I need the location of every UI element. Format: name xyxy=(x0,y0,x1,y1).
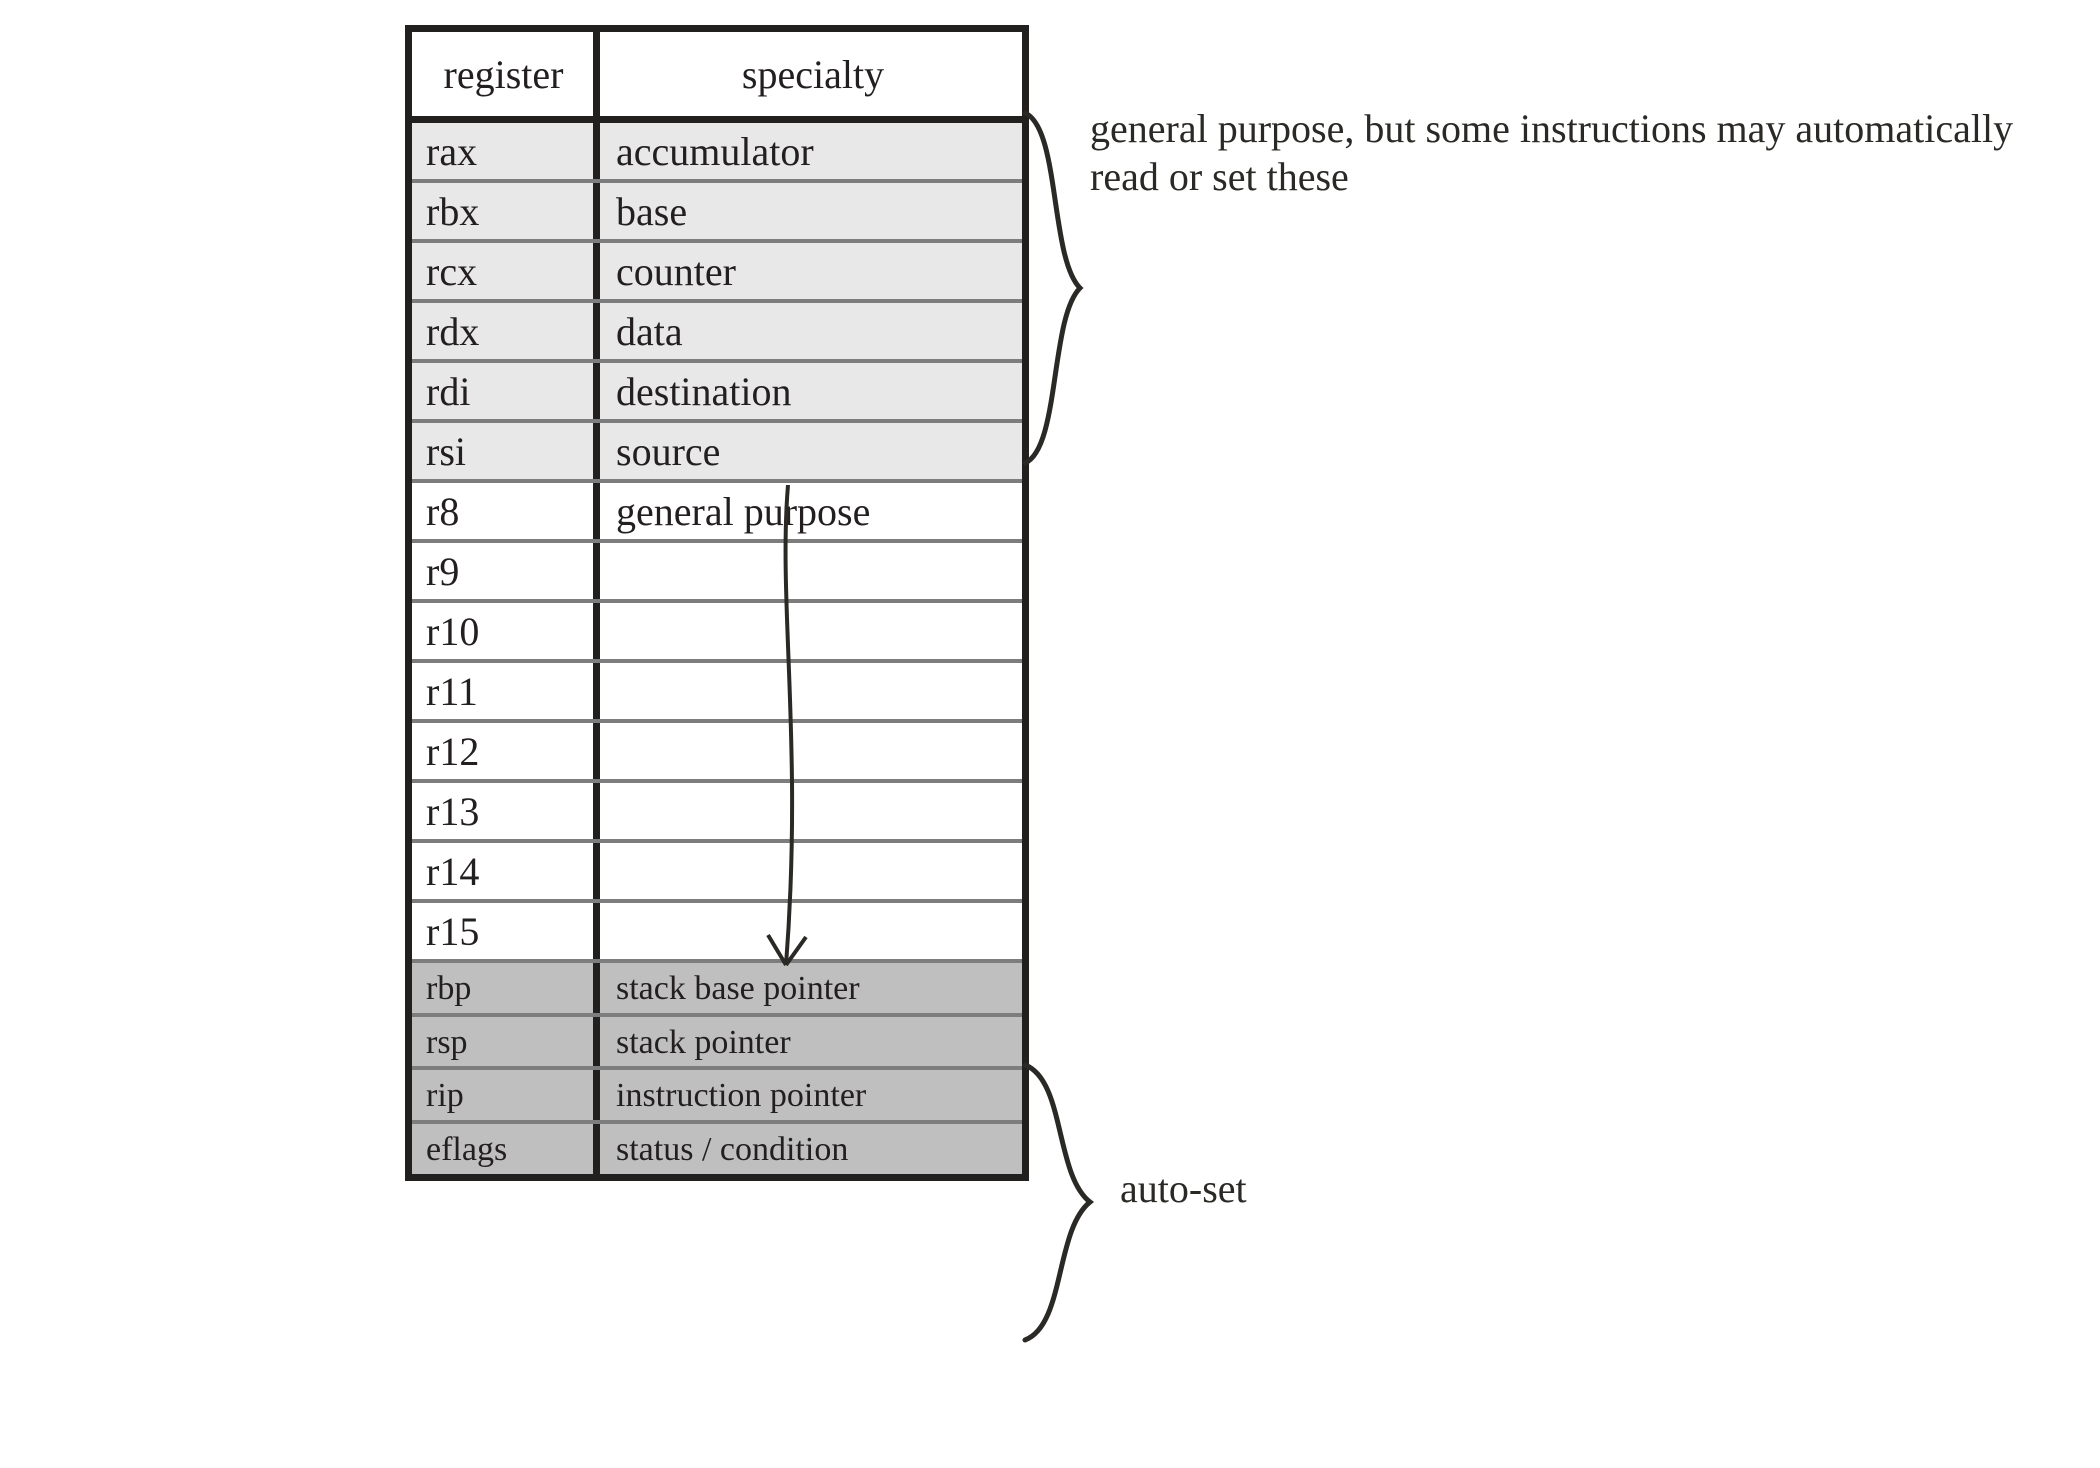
brace-general-purpose xyxy=(1020,108,1090,468)
cell-register: rsi xyxy=(412,423,600,479)
cell-specialty: status / condition xyxy=(600,1124,1022,1174)
cell-specialty: base xyxy=(600,183,1022,239)
cell-register: r10 xyxy=(412,603,600,659)
table-row: r15 xyxy=(412,899,1022,959)
cell-specialty: general purpose xyxy=(600,483,1022,539)
cell-specialty: instruction pointer xyxy=(600,1070,1022,1120)
table-row: rbpstack base pointer xyxy=(412,959,1022,1013)
cell-register: r12 xyxy=(412,723,600,779)
table-row: ripinstruction pointer xyxy=(412,1066,1022,1120)
cell-specialty: counter xyxy=(600,243,1022,299)
table-header-row: register specialty xyxy=(412,32,1022,123)
cell-register: rax xyxy=(412,123,600,179)
diagram-canvas: register specialty raxaccumulatorrbxbase… xyxy=(0,0,2100,1468)
registers-table: register specialty raxaccumulatorrbxbase… xyxy=(405,25,1029,1181)
header-specialty: specialty xyxy=(600,32,1022,116)
table-row: rdidestination xyxy=(412,359,1022,419)
table-row: r8general purpose xyxy=(412,479,1022,539)
table-row: rdxdata xyxy=(412,299,1022,359)
cell-specialty: stack base pointer xyxy=(600,963,1022,1013)
note-auto-set: auto-set xyxy=(1120,1165,1520,1213)
table-row: rsisource xyxy=(412,419,1022,479)
table-row: r11 xyxy=(412,659,1022,719)
table-row: r10 xyxy=(412,599,1022,659)
cell-register: rdx xyxy=(412,303,600,359)
cell-specialty xyxy=(600,783,1022,839)
header-register: register xyxy=(412,32,600,116)
cell-register: r15 xyxy=(412,903,600,959)
brace-auto-set xyxy=(1020,1060,1100,1345)
table-row: r13 xyxy=(412,779,1022,839)
cell-register: rsp xyxy=(412,1017,600,1067)
cell-specialty xyxy=(600,903,1022,959)
table-row: rbxbase xyxy=(412,179,1022,239)
cell-specialty xyxy=(600,723,1022,779)
cell-specialty xyxy=(600,603,1022,659)
table-row: r9 xyxy=(412,539,1022,599)
table-row: rcxcounter xyxy=(412,239,1022,299)
cell-register: rbx xyxy=(412,183,600,239)
cell-specialty: source xyxy=(600,423,1022,479)
cell-specialty: data xyxy=(600,303,1022,359)
cell-register: rbp xyxy=(412,963,600,1013)
cell-register: r11 xyxy=(412,663,600,719)
table-row: eflagsstatus / condition xyxy=(412,1120,1022,1174)
cell-register: rip xyxy=(412,1070,600,1120)
table-row: rspstack pointer xyxy=(412,1013,1022,1067)
cell-register: r9 xyxy=(412,543,600,599)
note-general-purpose: general purpose, but some instructions m… xyxy=(1090,105,2080,201)
cell-specialty: stack pointer xyxy=(600,1017,1022,1067)
table-row: r12 xyxy=(412,719,1022,779)
cell-specialty: destination xyxy=(600,363,1022,419)
table-row: r14 xyxy=(412,839,1022,899)
cell-register: rdi xyxy=(412,363,600,419)
cell-register: r8 xyxy=(412,483,600,539)
cell-specialty: accumulator xyxy=(600,123,1022,179)
cell-register: rcx xyxy=(412,243,600,299)
cell-specialty xyxy=(600,663,1022,719)
cell-register: eflags xyxy=(412,1124,600,1174)
cell-specialty xyxy=(600,543,1022,599)
cell-register: r14 xyxy=(412,843,600,899)
table-row: raxaccumulator xyxy=(412,123,1022,179)
cell-register: r13 xyxy=(412,783,600,839)
cell-specialty xyxy=(600,843,1022,899)
